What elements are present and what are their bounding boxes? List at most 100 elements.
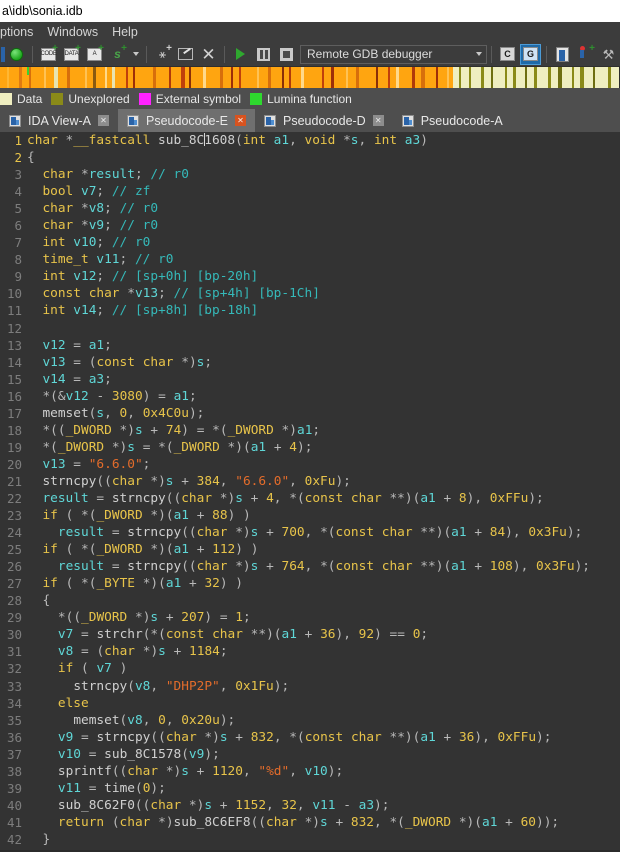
code-line[interactable]: 6 char *v9; // r0 <box>0 217 620 234</box>
code-text[interactable]: char *__fastcall sub_8C1608(int a1, void… <box>26 133 620 148</box>
code-text[interactable]: int v12; // [sp+0h] [bp-20h] <box>26 269 620 284</box>
menu-item-options[interactable]: ptions <box>0 22 40 42</box>
code-text[interactable]: const char *v13; // [sp+4h] [bp-1Ch] <box>26 286 620 301</box>
code-line[interactable]: 35 memset(v8, 0, 0x20u); <box>0 712 620 729</box>
tracing-icon[interactable]: ⚒ <box>598 44 619 65</box>
code-line[interactable]: 10 const char *v13; // [sp+4h] [bp-1Ch] <box>0 285 620 302</box>
code-line[interactable]: 22 result = strncpy((char *)s + 4, *(con… <box>0 490 620 507</box>
code-text[interactable]: time_t v11; // r0 <box>26 252 620 267</box>
code-text[interactable]: strncpy((char *)s + 384, "6.6.0", 0xFu); <box>26 474 620 489</box>
code-text[interactable]: *(&v12 - 3080) = a1; <box>26 389 620 404</box>
code-text[interactable]: if ( *(_BYTE *)(a1 + 32) ) <box>26 576 620 591</box>
code-line[interactable]: 20 v13 = "6.6.0"; <box>0 456 620 473</box>
code-line[interactable]: 19 *(_DWORD *)s = *(_DWORD *)(a1 + 4); <box>0 439 620 456</box>
code-text[interactable]: if ( v7 ) <box>26 661 620 676</box>
code-line[interactable]: 26 result = strncpy((char *)s + 764, *(c… <box>0 558 620 575</box>
code-line[interactable]: 39 v11 = time(0); <box>0 780 620 797</box>
code-text[interactable]: v9 = strncpy((char *)s + 832, *(const ch… <box>26 730 620 745</box>
code-text[interactable]: char *result; // r0 <box>26 167 620 182</box>
code-line[interactable]: 18 *((_DWORD *)s + 74) = *(_DWORD *)a1; <box>0 422 620 439</box>
chevron-down-icon[interactable] <box>476 52 482 56</box>
code-line[interactable]: 21 strncpy((char *)s + 384, "6.6.0", 0xF… <box>0 473 620 490</box>
code-line[interactable]: 7 int v10; // r0 <box>0 234 620 251</box>
code-line[interactable]: 11 int v14; // [sp+8h] [bp-18h] <box>0 302 620 319</box>
code-line[interactable]: 36 v9 = strncpy((char *)s + 832, *(const… <box>0 729 620 746</box>
code-text[interactable]: { <box>26 150 620 165</box>
close-icon[interactable]: ✕ <box>98 115 109 126</box>
menu-item-windows[interactable]: Windows <box>40 22 105 42</box>
code-line[interactable]: 5 char *v8; // r0 <box>0 200 620 217</box>
code-text[interactable]: result = strncpy((char *)s + 764, *(cons… <box>26 559 620 574</box>
code-text[interactable]: else <box>26 696 620 711</box>
code-text[interactable]: sub_8C62F0((char *)s + 1152, 32, v11 - a… <box>26 798 620 813</box>
code-line[interactable]: 41 return (char *)sub_8C6EF8((char *)s +… <box>0 814 620 831</box>
code-text[interactable]: result = strncpy((char *)s + 4, *(const … <box>26 491 620 506</box>
code-line[interactable]: 42 } <box>0 831 620 848</box>
tab-ida-view-a[interactable]: IDA View-A ✕ <box>0 109 118 132</box>
code-text[interactable]: v13 = "6.6.0"; <box>26 457 620 472</box>
code-text[interactable]: v10 = sub_8C1578(v9); <box>26 747 620 762</box>
code-text[interactable]: v14 = a3; <box>26 372 620 387</box>
code-text[interactable]: { <box>26 593 620 608</box>
code-line[interactable]: 2{ <box>0 149 620 166</box>
code-line[interactable]: 9 int v12; // [sp+0h] [bp-20h] <box>0 268 620 285</box>
code-text[interactable]: memset(v8, 0, 0x20u); <box>26 713 620 728</box>
code-line[interactable]: 27 if ( *(_BYTE *)(a1 + 32) ) <box>0 575 620 592</box>
code-text[interactable]: sprintf((char *)s + 1120, "%d", v10); <box>26 764 620 779</box>
code-text[interactable]: v12 = a1; <box>26 338 620 353</box>
code-text[interactable]: bool v7; // zf <box>26 184 620 199</box>
make-string-icon[interactable]: A + <box>84 43 105 65</box>
code-text[interactable]: memset(s, 0, 0x4C0u); <box>26 406 620 421</box>
close-icon[interactable]: ✕ <box>235 115 247 126</box>
navigator-band[interactable] <box>0 67 620 88</box>
code-text[interactable]: strncpy(v8, "DHP2P", 0x1Fu); <box>26 679 620 694</box>
code-text[interactable]: v13 = (const char *)s; <box>26 355 620 370</box>
close-icon[interactable]: ✕ <box>372 115 384 126</box>
code-text[interactable]: if ( *(_DWORD *)(a1 + 112) ) <box>26 542 620 557</box>
edit-function-icon[interactable] <box>175 44 196 65</box>
tab-pseudocode-a[interactable]: Pseudocode-A <box>393 109 512 132</box>
step-over-icon[interactable]: G <box>520 43 541 65</box>
code-text[interactable]: if ( *(_DWORD *)(a1 + 88) ) <box>26 508 620 523</box>
code-line[interactable]: 29 *((_DWORD *)s + 207) = 1; <box>0 609 620 626</box>
code-line[interactable]: 1 char *__fastcall sub_8C1608(int a1, voi… <box>0 132 620 149</box>
code-text[interactable]: int v14; // [sp+8h] [bp-18h] <box>26 303 620 318</box>
code-line[interactable]: 25 if ( *(_DWORD *)(a1 + 112) ) <box>0 541 620 558</box>
run-icon[interactable] <box>230 44 251 65</box>
code-line[interactable]: 12 <box>0 320 620 337</box>
tab-pseudocode-e[interactable]: Pseudocode-E ✕ <box>118 109 256 132</box>
code-text[interactable]: *((_DWORD *)s + 74) = *(_DWORD *)a1; <box>26 423 620 438</box>
pause-icon[interactable] <box>253 44 274 65</box>
step-into-icon[interactable]: C <box>497 44 518 65</box>
tab-pseudocode-d[interactable]: Pseudocode-D ✕ <box>255 109 393 132</box>
green-status-circle-icon[interactable] <box>6 44 27 65</box>
debugger-select[interactable]: Remote GDB debugger <box>300 44 487 64</box>
code-text[interactable]: result = strncpy((char *)s + 700, *(cons… <box>26 525 620 540</box>
code-text[interactable]: int v10; // r0 <box>26 235 620 250</box>
add-breakpoint-icon[interactable]: + <box>575 43 596 65</box>
code-line[interactable]: 8 time_t v11; // r0 <box>0 251 620 268</box>
pseudocode-editor[interactable]: 1 char *__fastcall sub_8C1608(int a1, voi… <box>0 132 620 850</box>
make-struct-icon[interactable]: s + <box>107 43 128 65</box>
jump-to-xref-icon[interactable]: ⚹ + <box>152 43 173 65</box>
code-text[interactable]: v11 = time(0); <box>26 781 620 796</box>
code-line[interactable]: 40 sub_8C62F0((char *)s + 1152, 32, v11 … <box>0 797 620 814</box>
code-line[interactable]: 32 if ( v7 ) <box>0 660 620 677</box>
code-text[interactable]: } <box>26 832 620 847</box>
code-line[interactable]: 4 bool v7; // zf <box>0 183 620 200</box>
code-line[interactable]: 33 strncpy(v8, "DHP2P", 0x1Fu); <box>0 678 620 695</box>
make-data-icon[interactable]: DATA + <box>61 43 82 65</box>
code-line[interactable]: 16 *(&v12 - 3080) = a1; <box>0 388 620 405</box>
code-text[interactable]: *(_DWORD *)s = *(_DWORD *)(a1 + 4); <box>26 440 620 455</box>
breakpoint-list-icon[interactable] <box>552 44 573 65</box>
code-line[interactable]: 23 if ( *(_DWORD *)(a1 + 88) ) <box>0 507 620 524</box>
code-line[interactable]: 38 sprintf((char *)s + 1120, "%d", v10); <box>0 763 620 780</box>
navigator-band-segments[interactable] <box>0 67 620 88</box>
code-line[interactable]: 31 v8 = (char *)s + 1184; <box>0 643 620 660</box>
make-code-icon[interactable]: CODE + <box>38 43 59 65</box>
code-line[interactable]: 34 else <box>0 695 620 712</box>
code-text[interactable]: v8 = (char *)s + 1184; <box>26 644 620 659</box>
code-text[interactable]: return (char *)sub_8C6EF8((char *)s + 83… <box>26 815 620 830</box>
code-text[interactable]: char *v8; // r0 <box>26 201 620 216</box>
code-line[interactable]: 15 v14 = a3; <box>0 371 620 388</box>
